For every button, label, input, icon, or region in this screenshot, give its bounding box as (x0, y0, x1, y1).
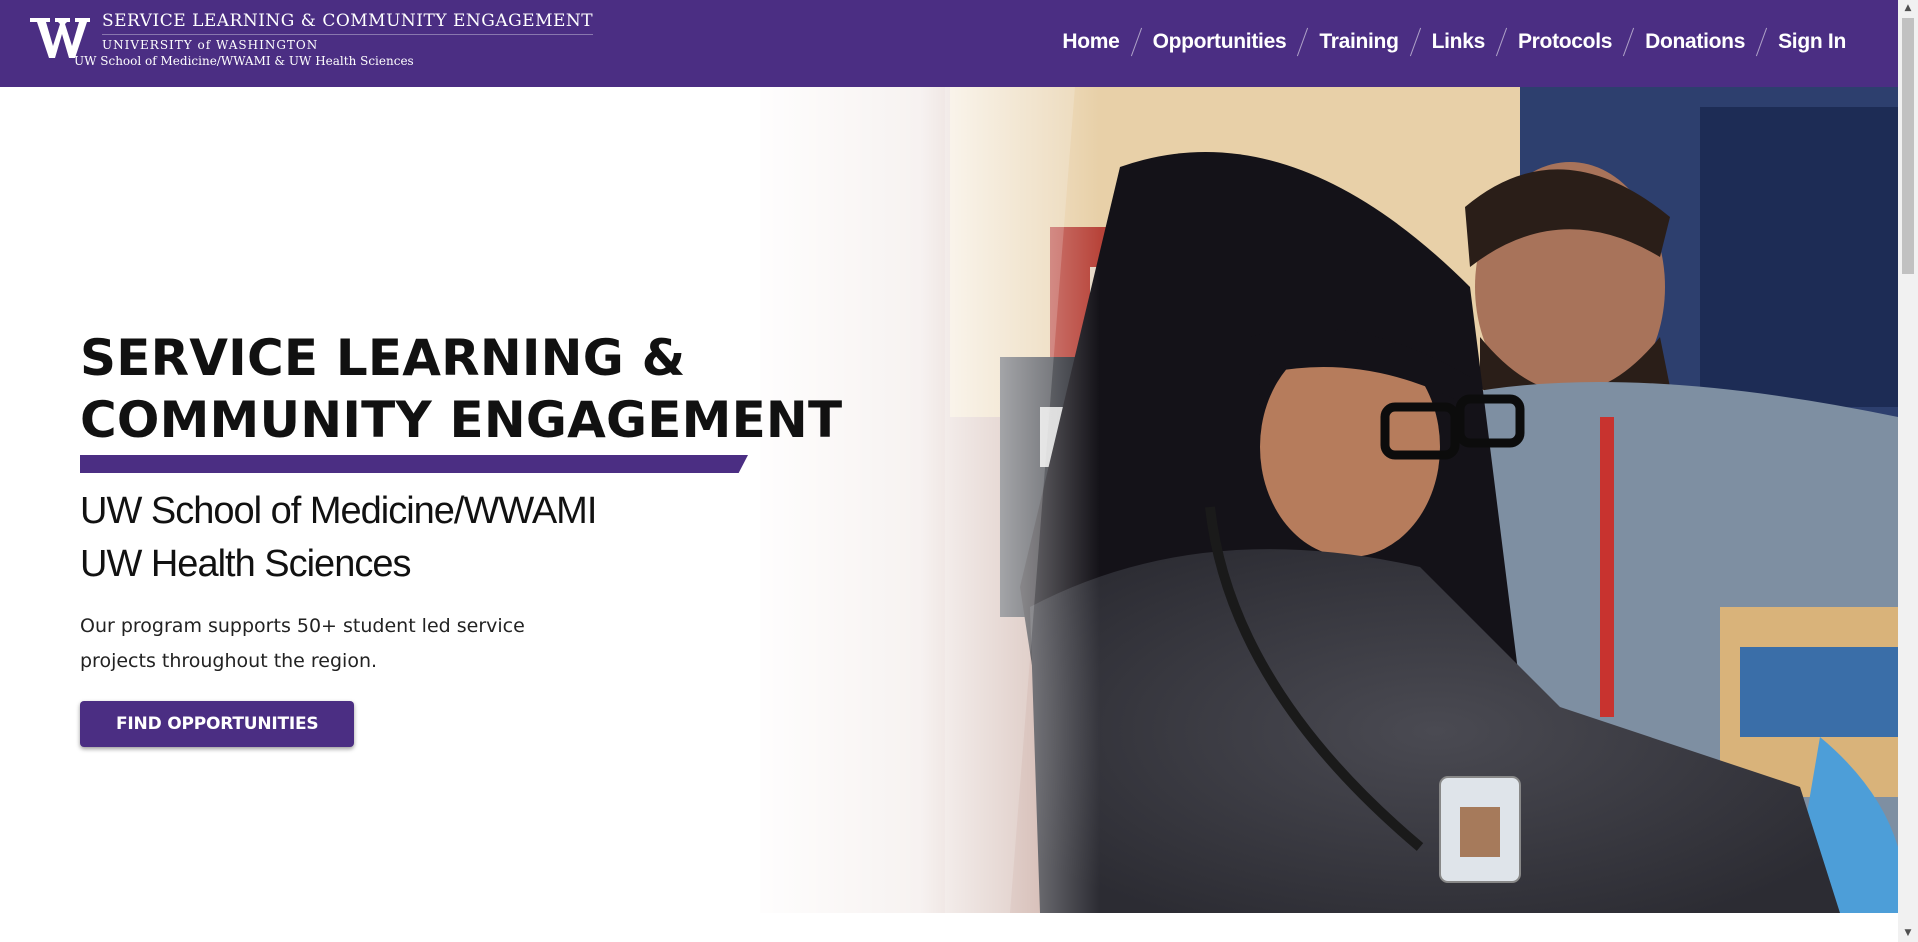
site-title: SERVICE LEARNING & COMMUNITY ENGAGEMENT (102, 10, 594, 35)
find-opportunities-button[interactable]: FIND OPPORTUNITIES (80, 701, 355, 747)
nav-opportunities[interactable]: Opportunities (1151, 30, 1289, 54)
scrollbar-thumb[interactable] (1902, 18, 1914, 274)
title-underline-bar (80, 455, 748, 473)
site-subtitle: UW School of Medicine/WWAMI & UW Health … (74, 54, 414, 68)
nav-protocols[interactable]: Protocols (1516, 30, 1614, 54)
nav-divider (1409, 27, 1421, 57)
site-brand[interactable]: SERVICE LEARNING & COMMUNITY ENGAGEMENT … (30, 10, 594, 80)
main-nav: Home Opportunities Training Links Protoc… (1060, 24, 1848, 60)
hero-title-line: SERVICE LEARNING & (80, 329, 686, 387)
nav-divider (1623, 27, 1635, 57)
nav-divider (1130, 27, 1142, 57)
hero-title-line: COMMUNITY ENGAGEMENT (80, 391, 843, 449)
nav-sign-in[interactable]: Sign In (1776, 30, 1848, 54)
hero-subtitle-line: UW Health Sciences (80, 543, 411, 585)
chevron-down-icon[interactable]: ▼ (1898, 925, 1918, 942)
nav-donations[interactable]: Donations (1643, 30, 1747, 54)
hero-section: SERVICE LEARNING & COMMUNITY ENGAGEMENT … (0, 87, 1898, 913)
hero-description: Our program supports 50+ student led ser… (80, 615, 525, 672)
chevron-up-icon[interactable]: ▲ (1898, 0, 1918, 17)
nav-divider (1495, 27, 1508, 57)
nav-home[interactable]: Home (1060, 30, 1121, 54)
nav-divider (1755, 27, 1768, 57)
site-header: SERVICE LEARNING & COMMUNITY ENGAGEMENT … (0, 0, 1898, 87)
hero-subtitle: UW School of Medicine/WWAMI UW Health Sc… (80, 485, 840, 591)
page-scrollbar[interactable]: ▲ ▼ (1898, 0, 1918, 942)
university-name: UNIVERSITY of WASHINGTON (102, 38, 319, 52)
hero-title: SERVICE LEARNING & COMMUNITY ENGAGEMENT (80, 327, 843, 451)
nav-training[interactable]: Training (1317, 30, 1400, 54)
hero-content: SERVICE LEARNING & COMMUNITY ENGAGEMENT … (80, 327, 843, 747)
nav-links[interactable]: Links (1430, 30, 1487, 54)
nav-divider (1297, 27, 1309, 57)
hero-subtitle-line: UW School of Medicine/WWAMI (80, 490, 597, 532)
